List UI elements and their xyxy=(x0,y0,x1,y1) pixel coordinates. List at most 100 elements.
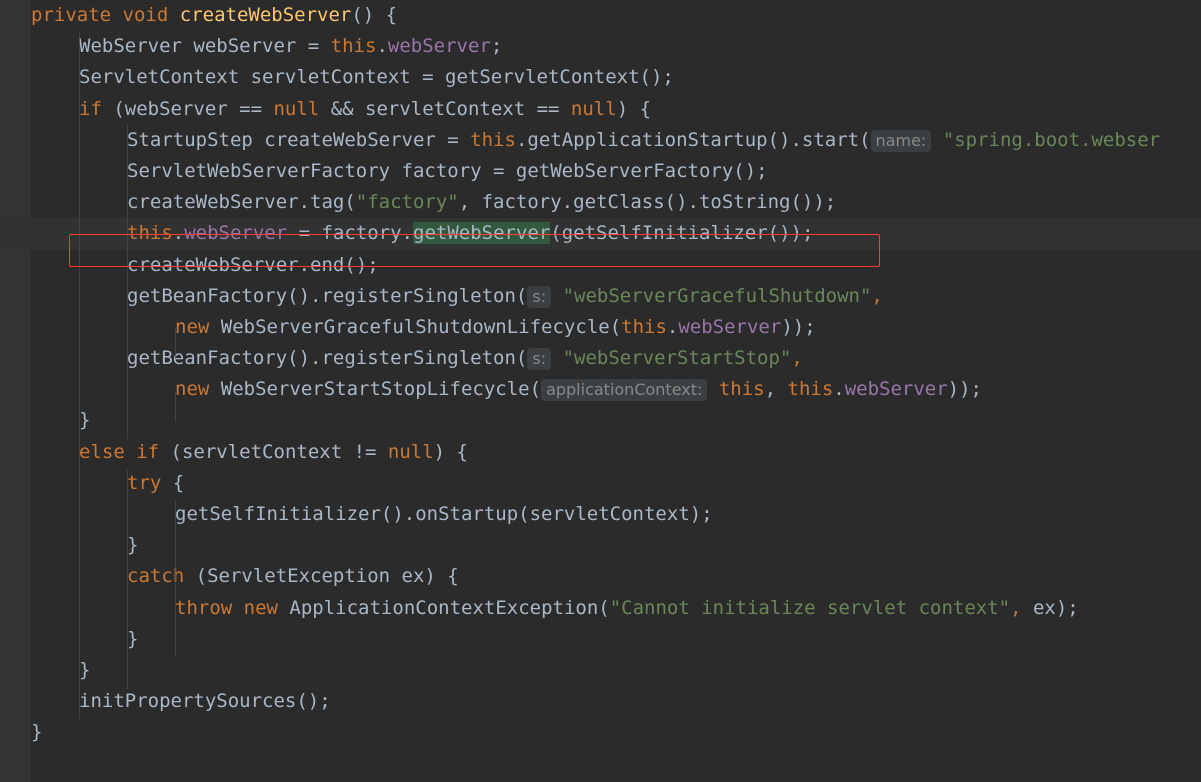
code-token: private xyxy=(31,4,112,26)
code-line[interactable]: StartupStep createWebServer = this.getAp… xyxy=(0,125,1201,156)
code-token: null xyxy=(570,97,617,120)
code-token: webServer xyxy=(184,222,288,245)
code-token: , xyxy=(764,378,788,401)
code-line[interactable]: new WebServerStartStopLifecycle(applicat… xyxy=(0,374,1201,405)
code-line[interactable]: ServletWebServerFactory factory = getWeb… xyxy=(0,156,1201,187)
code-token: createWebServer.end(); xyxy=(127,253,379,276)
code-token: ApplicationContextException( xyxy=(277,596,610,619)
code-token: try xyxy=(127,471,162,494)
code-token: } xyxy=(79,409,91,432)
code-line[interactable]: getBeanFactory().registerSingleton(s: "w… xyxy=(0,343,1201,374)
code-token: throw xyxy=(175,596,233,619)
code-line[interactable]: } xyxy=(0,624,1201,655)
code-token: WebServer webServer = xyxy=(79,35,331,58)
code-token: ) { xyxy=(616,97,652,120)
code-token: createWebServer.tag( xyxy=(127,191,356,214)
code-line[interactable]: getBeanFactory().registerSingleton(s: "w… xyxy=(0,281,1201,312)
code-line[interactable]: else if (servletContext != null) { xyxy=(0,437,1201,468)
code-token: "factory" xyxy=(355,191,459,214)
code-token: )); xyxy=(781,315,816,338)
code-token: } xyxy=(31,721,43,744)
code-token: new xyxy=(175,315,210,338)
code-line[interactable]: getSelfInitializer().onStartup(servletCo… xyxy=(0,499,1201,530)
code-token: . xyxy=(172,222,185,245)
code-line[interactable]: initPropertySources(); xyxy=(0,686,1201,717)
code-line[interactable]: WebServer webServer = this.webServer; xyxy=(0,31,1201,62)
code-token: ) { xyxy=(433,440,468,463)
code-token: } xyxy=(79,658,91,681)
parameter-hint-badge: applicationContext: xyxy=(541,379,708,402)
code-token: = factory. xyxy=(287,222,414,245)
parameter-hint-badge: s: xyxy=(527,285,552,308)
code-token: getBeanFactory().registerSingleton( xyxy=(127,284,528,307)
code-line[interactable]: createWebServer.tag("factory", factory.g… xyxy=(0,187,1201,218)
code-line[interactable]: } xyxy=(0,717,1201,748)
code-line[interactable]: catch (ServletException ex) { xyxy=(0,561,1201,592)
code-token: void xyxy=(122,4,169,26)
indent-guide xyxy=(175,328,176,359)
code-editor[interactable]: private void createWebServer() {WebServe… xyxy=(0,0,1201,782)
indent-guide xyxy=(127,470,128,689)
code-token: null xyxy=(387,440,434,463)
code-token: , xyxy=(791,347,803,370)
code-token: WebServerStartStopLifecycle( xyxy=(209,378,542,401)
code-token: . xyxy=(376,35,388,58)
code-token: (servletContext != xyxy=(159,440,388,463)
code-token: (ServletException ex) { xyxy=(184,565,459,588)
code-token: "Cannot initialize servlet context" xyxy=(609,596,1011,619)
indent-guide xyxy=(127,125,128,439)
indent-guide xyxy=(175,501,176,657)
code-token: , xyxy=(1010,596,1022,619)
code-token: new xyxy=(175,378,210,401)
code-token: } xyxy=(127,627,139,650)
code-token: (webServer == xyxy=(101,97,274,120)
code-line[interactable]: createWebServer.end(); xyxy=(0,250,1201,281)
code-line[interactable]: ServletContext servletContext = getServl… xyxy=(0,62,1201,93)
code-token: createWebServer xyxy=(179,4,352,26)
code-line[interactable]: } xyxy=(0,655,1201,686)
code-line[interactable]: this.webServer = factory.getWebServer(ge… xyxy=(0,218,1201,250)
code-token: webServer xyxy=(844,378,948,401)
code-token: if xyxy=(79,97,102,120)
code-line[interactable]: throw new ApplicationContextException("C… xyxy=(0,593,1201,624)
code-token: this xyxy=(787,378,834,401)
code-token: this xyxy=(127,222,173,245)
code-token: () { xyxy=(351,4,398,26)
code-line[interactable]: } xyxy=(0,405,1201,436)
indent-guide xyxy=(79,31,80,719)
code-token: new xyxy=(243,596,278,619)
code-token: ServletContext servletContext = getServl… xyxy=(79,66,674,89)
code-token: )); xyxy=(947,378,982,401)
code-token: . xyxy=(833,378,845,401)
code-lines[interactable]: private void createWebServer() {WebServe… xyxy=(0,0,1201,782)
code-token: StartupStep createWebServer = xyxy=(127,128,471,151)
code-token: , factory.getClass().toString()); xyxy=(458,191,837,214)
code-token: WebServerGracefulShutdownLifecycle( xyxy=(209,315,622,338)
code-token: "webServerGracefulShutdown" xyxy=(562,284,872,307)
code-line[interactable]: if (webServer == null && servletContext … xyxy=(0,94,1201,125)
code-token: , xyxy=(871,284,883,307)
code-token: this xyxy=(621,315,667,338)
code-token: && servletContext == xyxy=(319,97,571,120)
code-line[interactable]: try { xyxy=(0,468,1201,499)
code-token: getBeanFactory().registerSingleton( xyxy=(127,347,528,370)
code-token: (getSelfInitializer()); xyxy=(550,222,814,245)
code-token: webServer xyxy=(387,35,491,58)
code-token: "webServerStartStop" xyxy=(562,347,792,370)
code-token: this xyxy=(470,128,516,151)
indent-guide xyxy=(175,391,176,422)
code-line[interactable]: } xyxy=(0,530,1201,561)
code-line[interactable]: private void createWebServer() { xyxy=(0,0,1201,31)
code-token: webServer xyxy=(678,315,782,338)
code-token: getSelfInitializer().onStartup(servletCo… xyxy=(175,503,713,525)
code-token: else xyxy=(79,440,125,463)
code-token: { xyxy=(161,471,185,494)
parameter-hint-badge: s: xyxy=(527,348,552,371)
code-token: .getApplicationStartup().start( xyxy=(515,128,871,151)
code-line[interactable]: new WebServerGracefulShutdownLifecycle(t… xyxy=(0,312,1201,343)
